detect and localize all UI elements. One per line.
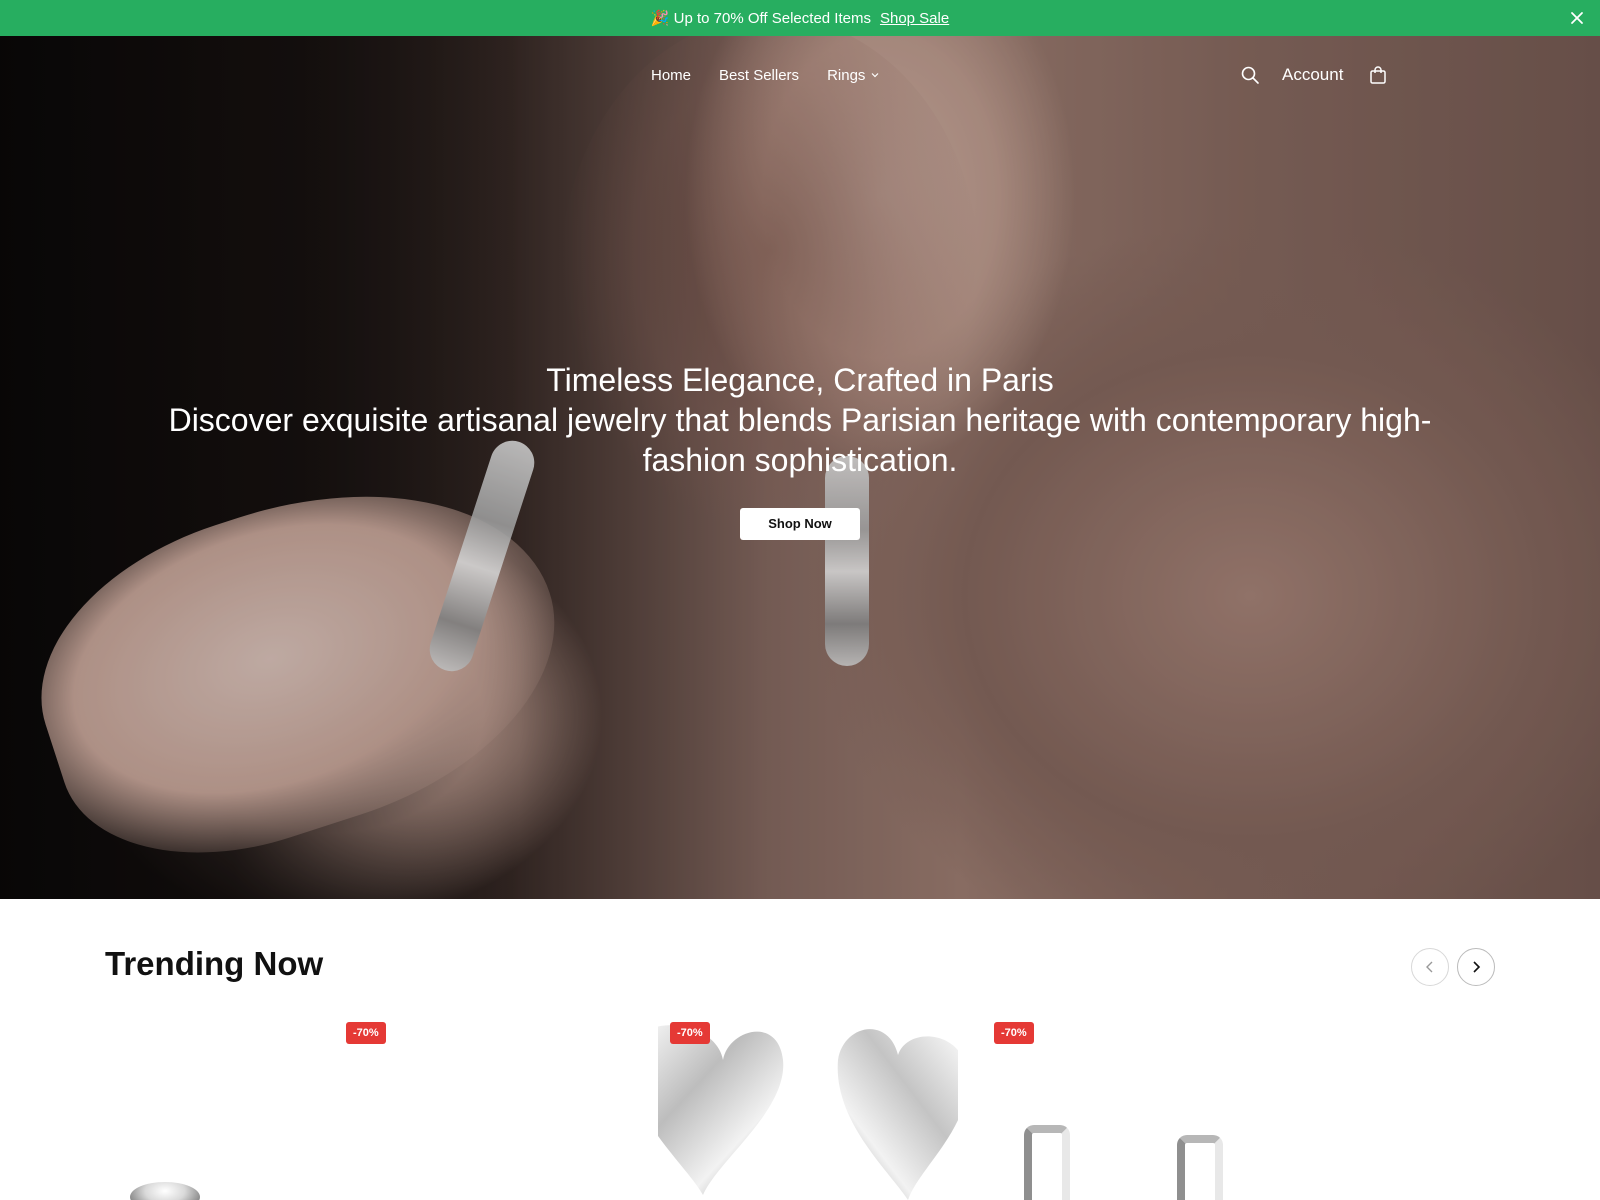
shop-now-button[interactable]: Shop Now: [740, 508, 860, 540]
product-card[interactable]: -70%: [105, 1010, 395, 1200]
nav-item-label: Home: [651, 66, 692, 84]
nav-item-rings[interactable]: Rings: [827, 67, 880, 84]
close-icon[interactable]: [1568, 9, 1586, 27]
product-card[interactable]: -70%: [658, 1010, 958, 1200]
carousel-next-button[interactable]: [1457, 948, 1495, 986]
chevron-left-icon: [1426, 961, 1433, 973]
product-card[interactable]: -70%: [982, 1010, 1282, 1200]
nav-menu: Home Best Sellers Rings: [651, 57, 908, 93]
account-link[interactable]: Account: [1282, 65, 1343, 85]
heart-earring-image: [658, 1025, 784, 1195]
hero-subtitle: Discover exquisite artisanal jewelry tha…: [168, 402, 1432, 478]
party-popper-icon: 🎉: [650, 10, 670, 27]
product-carousel: -70% -70% -70%: [0, 1010, 1600, 1200]
nav-item-best-sellers[interactable]: Best Sellers: [719, 67, 799, 84]
chevron-down-icon: [871, 73, 879, 78]
shop-sale-link[interactable]: Shop Sale: [880, 10, 949, 27]
nav-item-home[interactable]: Home: [651, 67, 691, 84]
carousel-prev-button[interactable]: [1411, 948, 1449, 986]
section-title: Trending Now: [105, 945, 324, 982]
diamond-stud-image: [130, 1182, 200, 1200]
announcement-message: Up to 70% Off Selected Items: [673, 10, 871, 27]
chevron-right-icon: [1473, 961, 1481, 973]
shopping-bag-icon[interactable]: [1369, 65, 1387, 85]
announcement-bar: 🎉 Up to 70% Off Selected Items Shop Sale: [0, 0, 1600, 36]
main-navigation: Home Best Sellers Rings Account: [0, 57, 1600, 93]
hoop-earring-image: [1177, 1135, 1223, 1200]
hoop-earring-image: [1024, 1125, 1070, 1200]
discount-badge: -70%: [994, 1022, 1034, 1044]
search-icon[interactable]: [1240, 65, 1260, 85]
announcement-text: 🎉 Up to 70% Off Selected Items: [651, 9, 871, 27]
nav-item-label: Rings: [827, 66, 866, 84]
discount-badge: -70%: [346, 1022, 386, 1044]
discount-badge: -70%: [670, 1022, 710, 1044]
nav-actions: Account: [1240, 57, 1387, 93]
heart-earring-image: [837, 1029, 958, 1200]
hero-content: Timeless Elegance, Crafted in Paris Disc…: [0, 360, 1600, 540]
hero-title: Timeless Elegance, Crafted in Paris: [546, 362, 1054, 398]
nav-item-label: Best Sellers: [719, 66, 800, 84]
